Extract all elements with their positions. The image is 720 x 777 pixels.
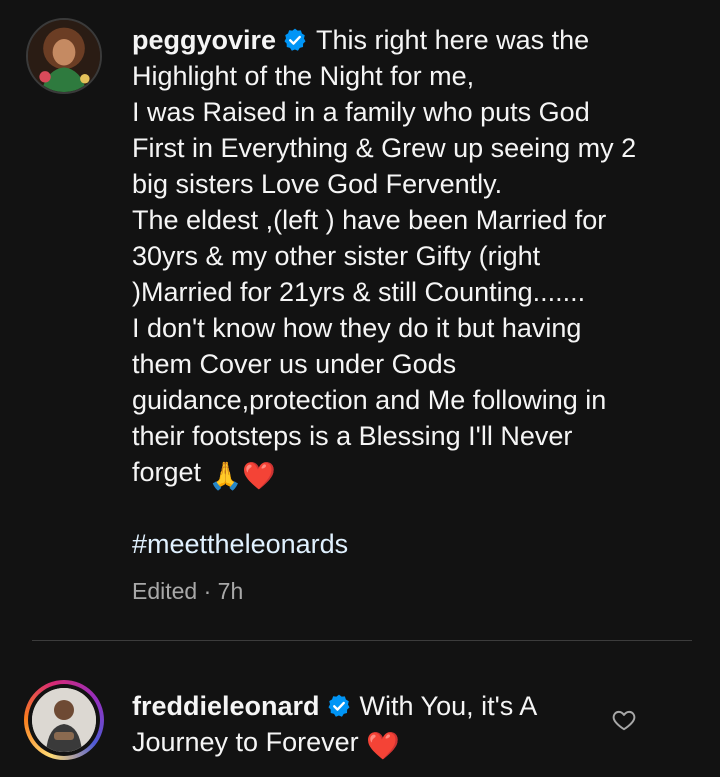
heart-outline-icon [612, 710, 636, 731]
caption-line: Highlight of the Night for me, [132, 61, 475, 91]
avatar-image [28, 20, 100, 92]
caption-line: This right here was the [316, 25, 590, 55]
verified-badge-icon [326, 693, 352, 719]
caption-line: forget [132, 457, 209, 487]
caption-line: The eldest ,(left ) have been Married fo… [132, 205, 607, 235]
comment-line: Journey to Forever [132, 727, 367, 757]
caption-line: them Cover us under Gods [132, 349, 457, 379]
caption-line: 30yrs & my other sister Gifty (right [132, 241, 541, 271]
post-username[interactable]: peggyovire [132, 25, 276, 55]
caption-line: guidance,protection and Me following in [132, 385, 607, 415]
verified-badge-icon [282, 27, 308, 53]
post-meta: Edited · 7h [132, 576, 243, 606]
caption-text: peggyovire This right here was the Highli… [132, 22, 672, 494]
meta-separator: · [203, 578, 212, 604]
post-author-avatar[interactable] [26, 18, 102, 94]
comment-author-avatar[interactable] [24, 680, 104, 760]
hashtag-link[interactable]: #meettheleonards [132, 526, 348, 562]
comment-username[interactable]: freddieleonard [132, 691, 320, 721]
comment-text: freddieleonard With You, it's A Journey to… [132, 688, 602, 764]
pray-heart-emoji: 🙏❤️ [208, 461, 276, 491]
edited-label: Edited [132, 578, 198, 604]
caption-line: I was Raised in a family who puts God [132, 97, 590, 127]
timestamp[interactable]: 7h [218, 578, 244, 604]
comments-divider [32, 640, 692, 641]
heart-emoji: ❤️ [366, 731, 400, 761]
caption-line: big sisters Love God Fervently. [132, 169, 503, 199]
comment-line: With You, it's A [359, 691, 538, 721]
caption-line: First in Everything & Grew up seeing my … [132, 133, 637, 163]
avatar-image [32, 688, 96, 752]
caption-line: )Married for 21yrs & still Counting.....… [132, 277, 586, 307]
caption-line: I don't know how they do it but having [132, 313, 582, 343]
like-comment-button[interactable] [611, 707, 637, 733]
caption-line: their footsteps is a Blessing I'll Never [132, 421, 573, 451]
